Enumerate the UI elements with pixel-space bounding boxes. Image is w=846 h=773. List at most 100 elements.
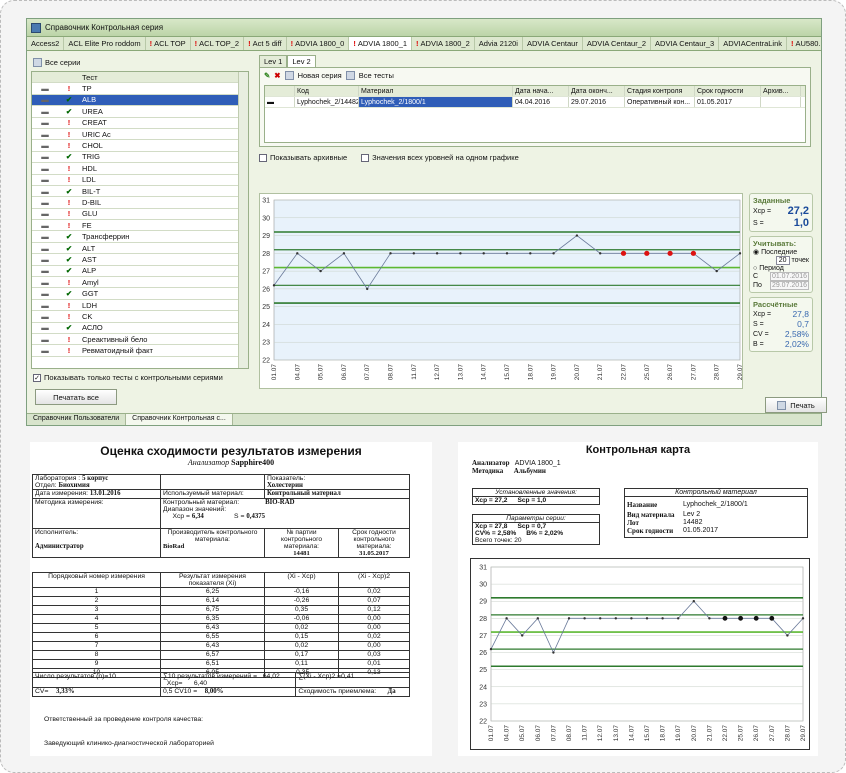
analyzer-tab[interactable]: ADVIA Centaur_3 — [651, 37, 720, 50]
test-row[interactable]: ▬ ✔ GGT — [32, 288, 248, 300]
warning-point — [753, 615, 759, 621]
analyzer-tab[interactable]: ! ADVIA 1800_0 — [287, 37, 350, 50]
test-row[interactable]: ▬ ✔ АСЛО — [32, 323, 248, 334]
list-icon — [33, 57, 42, 67]
analyzer-tab[interactable]: !AU580... — [787, 37, 821, 50]
given-s-value: 1,0 — [793, 217, 809, 229]
x-tick-label: 11.07 — [582, 725, 589, 741]
series-col-header[interactable]: Дата нача... — [513, 86, 569, 96]
print-button[interactable]: Печать — [765, 397, 827, 413]
test-name: UREA — [82, 106, 103, 116]
check-icon: ✔ — [65, 152, 73, 162]
test-row[interactable]: ▬ ✔ ALP — [32, 266, 248, 278]
test-row[interactable]: ▬! D-BIL — [32, 197, 248, 209]
test-row[interactable]: ▬ ✔ ALT — [32, 243, 248, 255]
last-radio[interactable]: ◉ Последние — [753, 248, 809, 257]
test-row[interactable]: ▬ ✔ ALB — [32, 94, 248, 107]
series-col-header[interactable]: Материал — [359, 86, 513, 96]
alert-icon: ! — [67, 141, 71, 151]
print-all-button[interactable]: Печатать все — [35, 389, 117, 405]
to-date-field[interactable]: 29.07.2016 — [769, 281, 809, 290]
warning-point — [620, 250, 627, 256]
test-row[interactable]: ▬! CREAT — [32, 118, 248, 129]
report1-analyzer: Анализатор Sapphire400 — [30, 458, 432, 467]
series-col-header[interactable]: Срок годности — [695, 86, 761, 96]
series-area: Lev 1 Lev 2 ✎ ✖ Новая серия Все тесты Ко… — [259, 55, 827, 415]
test-row[interactable]: ▬! CHOL — [32, 140, 248, 152]
analyzer-tab[interactable]: ! ACL TOP_2 — [191, 37, 245, 50]
y-tick-label: 23 — [262, 340, 270, 347]
test-row[interactable]: ▬ ✔ UREA — [32, 106, 248, 118]
analyzer-tab[interactable]: ADVIA Centaur_2 — [583, 37, 652, 50]
test-row[interactable]: ▬ ✔ AST — [32, 254, 248, 266]
only-control-checkbox[interactable]: ✓ Показывать только тесты с контрольными… — [33, 373, 223, 382]
task-users[interactable]: Справочник Пользователи — [27, 414, 127, 425]
test-row[interactable]: ▬! HDL — [32, 163, 248, 175]
analyzer-tab[interactable]: ACL Elite Pro roddom — [64, 37, 146, 50]
test-row[interactable]: ▬! TP — [32, 83, 248, 95]
measurement-cell: 6,51 — [160, 659, 265, 669]
analyzer-tab[interactable]: Access2 — [27, 37, 65, 50]
x-tick-label: 22.07 — [621, 364, 628, 381]
all-tests-button[interactable]: Все тесты — [359, 71, 394, 80]
col-test[interactable]: Тест — [80, 73, 248, 82]
all-series-button[interactable]: Все серии — [31, 55, 249, 69]
data-point — [529, 252, 532, 255]
new-series-button[interactable]: Новая серия — [298, 71, 342, 80]
analyzer-tab[interactable]: ADVIA Centaur — [523, 37, 583, 50]
task-control-series[interactable]: Справочник Контрольная с... — [126, 414, 233, 425]
test-name: AST — [82, 254, 97, 264]
tests-scrollbar[interactable] — [238, 72, 248, 368]
analyzer-tab-label: ADVIA Centaur_3 — [655, 39, 715, 48]
series-col-header[interactable]: Дата оконч... — [569, 86, 625, 96]
row-handle-icon: ▬ — [41, 323, 49, 333]
from-date-field[interactable]: 01.07.2016 — [769, 272, 809, 281]
analyzer-tab[interactable]: ! Act 5 diff — [244, 37, 287, 50]
report1-title: Оценка сходимости результатов измерения — [100, 444, 362, 458]
series-col-header[interactable]: Стадия контроля — [625, 86, 695, 96]
test-row[interactable]: ▬! URIC Ac — [32, 129, 248, 141]
analyzer-tab[interactable]: Advia 2120i — [475, 37, 523, 50]
series-row[interactable]: ▬ Lyphochek_2/14482 Lyphochek_2/1800/1 04.0… — [265, 97, 805, 108]
test-row[interactable]: ▬! LDH — [32, 300, 248, 312]
alert-icon: ! — [67, 197, 71, 207]
series-col-header[interactable]: Код — [295, 86, 359, 96]
test-name: Трансферрин — [82, 232, 130, 242]
tab-lev1[interactable]: Lev 1 — [259, 55, 288, 67]
analyzer-tab-label: AU580... — [795, 39, 821, 48]
printer-icon — [777, 400, 787, 410]
x-tick-label: 01.07 — [488, 725, 495, 742]
tab-lev2[interactable]: Lev 2 — [287, 55, 316, 67]
edit-icon[interactable]: ✎ — [264, 71, 270, 80]
points-spinner[interactable]: 20 — [775, 256, 790, 265]
col-result: Результат измерения показателя (Xi) — [160, 572, 265, 588]
test-row[interactable]: ▬ ✔ TRIG — [32, 152, 248, 164]
test-row[interactable]: ▬ ✔ BIL-T — [32, 186, 248, 198]
test-row[interactable]: ▬! LDL — [32, 175, 248, 186]
series-panel: ✎ ✖ Новая серия Все тесты Код Материал Дат… — [259, 67, 811, 147]
show-archive-checkbox[interactable]: Показывать архивные — [259, 153, 347, 162]
test-row[interactable]: ▬! FE — [32, 220, 248, 232]
analyzer-tab[interactable]: ! ADVIA 1800_1 — [349, 37, 413, 50]
r2-control-title: Контрольный материал — [625, 489, 807, 497]
test-row[interactable]: ▬ ✔ Трансферрин — [32, 231, 248, 243]
test-row[interactable]: ▬! Amyl — [32, 277, 248, 289]
test-row[interactable]: ▬! CK — [32, 311, 248, 323]
series-col-header[interactable]: Архив... — [761, 86, 801, 96]
period-radio[interactable]: ○ Период — [753, 265, 809, 272]
analyzer-tab[interactable]: ! ACL TOP — [146, 37, 191, 50]
analyzer-tab[interactable]: ! ADVIA 1800_2 — [412, 37, 475, 50]
x-tick-label: 04.07 — [294, 364, 301, 381]
analyzer-tab-label: ADVIA 1800_0 — [295, 39, 345, 48]
copy-icon[interactable] — [284, 70, 294, 80]
test-row[interactable]: ▬! GLU — [32, 209, 248, 221]
x-tick-label: 21.07 — [597, 364, 604, 381]
delete-icon[interactable]: ✖ — [274, 71, 280, 80]
analyzer-tab[interactable]: ADVIACentraLink — [719, 37, 788, 50]
test-row[interactable]: ▬! Ревматоидный факт — [32, 345, 248, 357]
lab-value: 5 корпус — [82, 475, 109, 482]
all-levels-checkbox[interactable]: Значения всех уровней на одном графике — [361, 153, 519, 162]
test-row[interactable]: ▬! Среактивный бело — [32, 334, 248, 346]
sumsq-label: ∑(Xi - Xcp)2 =0,41 — [295, 672, 410, 688]
measurement-cell: 6,43 — [160, 641, 265, 651]
